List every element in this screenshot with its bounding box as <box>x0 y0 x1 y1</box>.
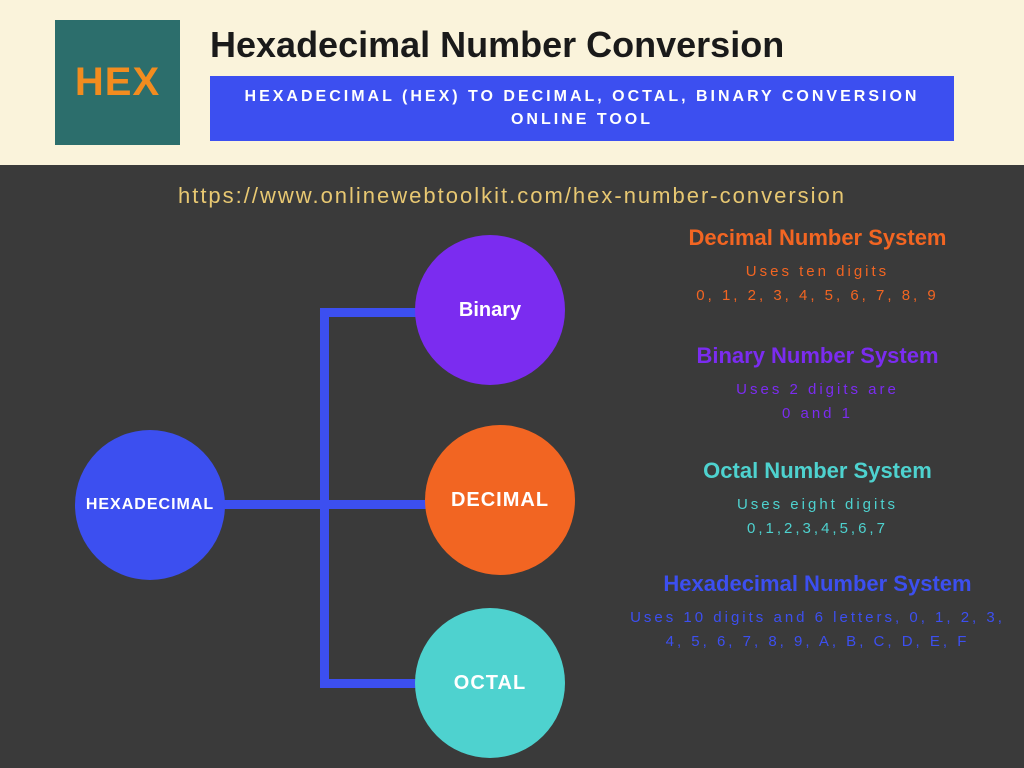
info-octal-desc: Uses eight digits0,1,2,3,4,5,6,7 <box>625 493 1010 541</box>
info-binary-title: Binary Number System <box>625 343 1010 369</box>
node-octal: OCTAL <box>415 608 565 758</box>
diagram-area: https://www.onlinewebtoolkit.com/hex-num… <box>0 165 1024 768</box>
title-area: Hexadecimal Number Conversion HEXADECIMA… <box>210 24 954 141</box>
connector-top <box>320 308 420 317</box>
logo-text: HEX <box>75 60 160 105</box>
subtitle-bar: HEXADECIMAL (HEX) TO DECIMAL, OCTAL, BIN… <box>210 76 954 141</box>
url-line: https://www.onlinewebtoolkit.com/hex-num… <box>0 165 1024 209</box>
info-hex: Hexadecimal Number System Uses 10 digits… <box>625 571 1010 654</box>
connector-main <box>222 500 427 509</box>
node-hex-label: HEXADECIMAL <box>86 496 214 514</box>
logo-box: HEX <box>55 20 180 145</box>
info-decimal: Decimal Number System Uses ten digits0, … <box>625 225 1010 308</box>
header-bar: HEX Hexadecimal Number Conversion HEXADE… <box>0 0 1024 165</box>
info-octal: Octal Number System Uses eight digits0,1… <box>625 458 1010 541</box>
node-octal-label: OCTAL <box>454 672 526 695</box>
node-binary: Binary <box>415 235 565 385</box>
info-binary: Binary Number System Uses 2 digits are0 … <box>625 343 1010 426</box>
connector-bottom <box>320 679 420 688</box>
info-column: Decimal Number System Uses ten digits0, … <box>625 225 1010 654</box>
info-decimal-desc: Uses ten digits0, 1, 2, 3, 4, 5, 6, 7, 8… <box>625 260 1010 308</box>
page-title: Hexadecimal Number Conversion <box>210 24 954 66</box>
info-hex-title: Hexadecimal Number System <box>625 571 1010 597</box>
node-hexadecimal: HEXADECIMAL <box>75 430 225 580</box>
node-decimal: DECIMAL <box>425 425 575 575</box>
info-hex-desc: Uses 10 digits and 6 letters, 0, 1, 2, 3… <box>625 606 1010 654</box>
connector-vertical <box>320 308 329 688</box>
node-binary-label: Binary <box>459 299 521 322</box>
info-binary-desc: Uses 2 digits are0 and 1 <box>625 378 1010 426</box>
node-decimal-label: DECIMAL <box>451 489 549 512</box>
info-octal-title: Octal Number System <box>625 458 1010 484</box>
info-decimal-title: Decimal Number System <box>625 225 1010 251</box>
